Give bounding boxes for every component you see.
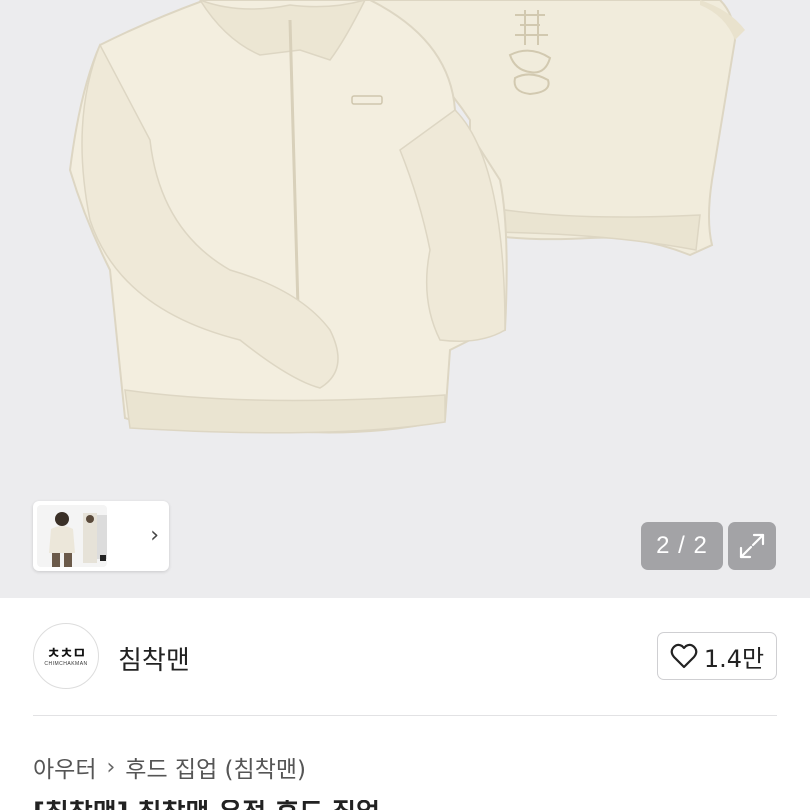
logo-mark: ㅊㅊㅁ — [46, 644, 86, 662]
chevron-right-icon[interactable]: › — [150, 523, 159, 548]
product-image-gallery[interactable]: › 2 / 2 — [0, 0, 810, 598]
page-counter: 2 / 2 — [641, 522, 723, 570]
like-button[interactable]: 1.4만 — [657, 632, 777, 680]
product-title-text: [침착맨] 침착맨 우정 후드 집업 — [33, 800, 463, 810]
shop-info-row: ㅊㅊㅁ CHIMCHAKMAN 침착맨 1.4만 — [33, 620, 777, 692]
breadcrumb-subcategory[interactable]: 후드 집업 (침착맨) — [125, 750, 306, 784]
shop-logo[interactable]: ㅊㅊㅁ CHIMCHAKMAN — [33, 623, 99, 689]
thumbnail-strip[interactable]: › — [33, 501, 169, 571]
breadcrumb: 아우터 › 후드 집업 (침착맨) — [33, 750, 306, 784]
divider — [33, 715, 777, 716]
expand-arrows-icon — [739, 533, 765, 559]
like-count: 1.4만 — [703, 644, 765, 673]
product-title: [침착맨] 침착맨 우정 후드 집업 — [33, 800, 463, 810]
breadcrumb-separator: › — [106, 754, 116, 780]
expand-button[interactable] — [728, 522, 776, 570]
heart-outline-icon — [670, 643, 698, 669]
shop-name[interactable]: 침착맨 — [118, 640, 190, 677]
thumbnail-image[interactable] — [37, 505, 107, 567]
logo-subtext: CHIMCHAKMAN — [44, 661, 88, 667]
breadcrumb-category[interactable]: 아우터 — [33, 750, 96, 784]
